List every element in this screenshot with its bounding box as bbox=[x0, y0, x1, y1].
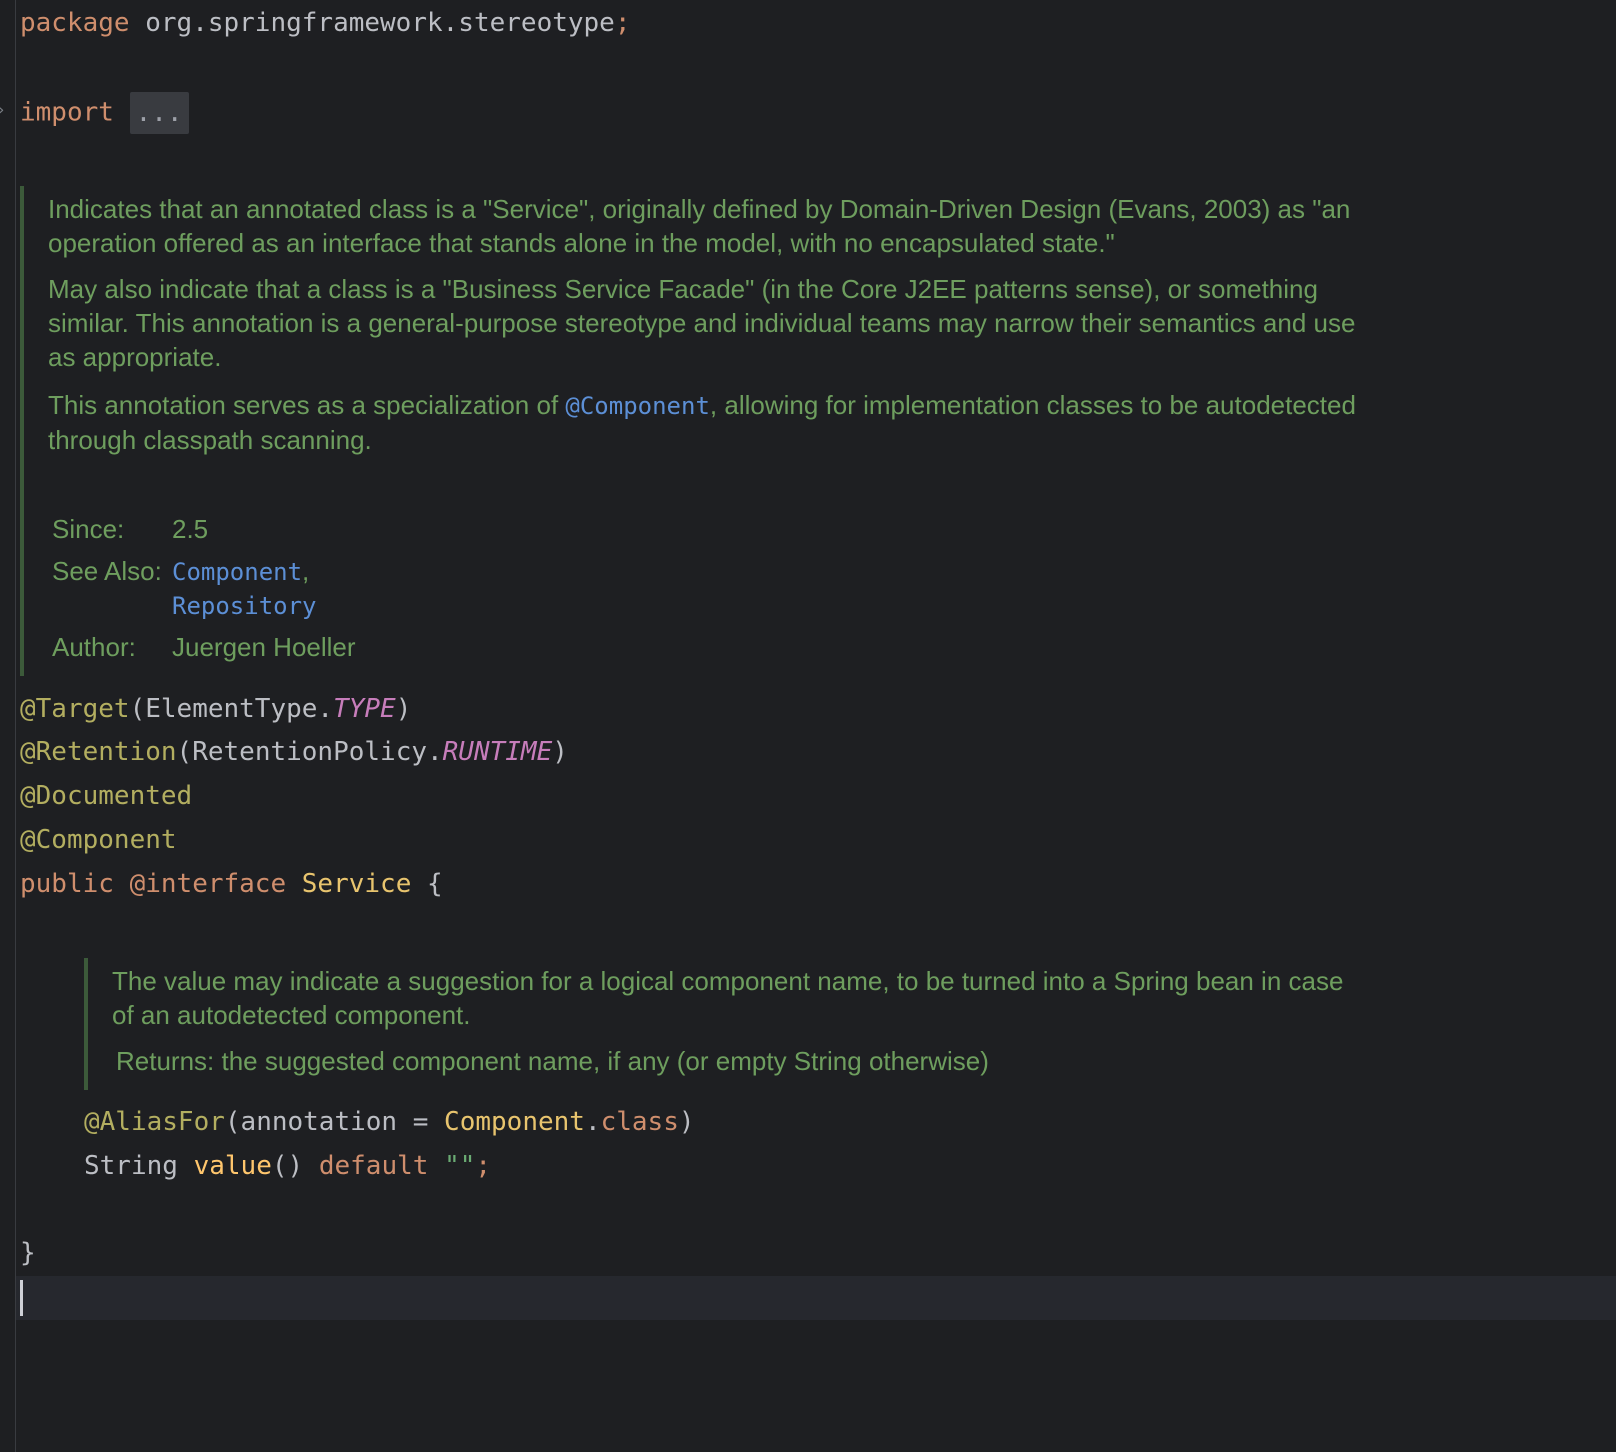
doc-paragraph-1: Indicates that an annotated class is a "… bbox=[48, 194, 1351, 258]
type-constant: TYPE bbox=[333, 694, 396, 724]
empty-string-literal: "" bbox=[444, 1151, 476, 1181]
package-line[interactable]: package org.springframework.stereotype; bbox=[20, 6, 631, 40]
author-label: Author: bbox=[52, 632, 136, 662]
documented-annotation: @Documented bbox=[20, 781, 193, 811]
retention-annotation: @Retention bbox=[20, 737, 177, 767]
method-javadoc: The value may indicate a suggestion for … bbox=[84, 958, 1364, 1090]
target-args: (ElementType. bbox=[129, 694, 334, 724]
close-paren: ) bbox=[678, 1107, 695, 1137]
semicolon: ; bbox=[475, 1151, 492, 1181]
doc-paragraph-2: May also indicate that a class is a "Bus… bbox=[48, 274, 1356, 372]
component-doc-link[interactable]: @Component bbox=[565, 392, 710, 420]
fold-chevron-icon[interactable]: › bbox=[0, 100, 4, 120]
method-doc-returns: Returns: the suggested component name, i… bbox=[116, 1046, 989, 1076]
value-method-name: value bbox=[193, 1151, 272, 1181]
string-type: String bbox=[84, 1151, 178, 1181]
component-class-ref: Component bbox=[444, 1107, 585, 1137]
close-paren: ) bbox=[395, 694, 412, 724]
since-value: 2.5 bbox=[172, 514, 209, 544]
component-annotation-line[interactable]: @Component bbox=[20, 823, 177, 857]
package-name: org.springframework.stereotype bbox=[129, 8, 615, 38]
interface-name: Service bbox=[301, 869, 412, 899]
component-annotation: @Component bbox=[20, 825, 177, 855]
interface-declaration-line[interactable]: public @interface Service { bbox=[20, 867, 443, 901]
see-also-value-2: Repository bbox=[172, 588, 317, 623]
documented-annotation-line[interactable]: @Documented bbox=[20, 779, 192, 813]
gutter-divider bbox=[15, 0, 16, 1452]
class-keyword: class bbox=[600, 1107, 679, 1137]
doc-paragraph-3: This annotation serves as a specializati… bbox=[48, 388, 1364, 457]
class-javadoc: Indicates that an annotated class is a "… bbox=[20, 186, 1364, 676]
author-value: Juergen Hoeller bbox=[172, 632, 356, 662]
retention-args: (RetentionPolicy. bbox=[176, 737, 443, 767]
doc-paragraph-3-text: This annotation serves as a specializati… bbox=[48, 390, 566, 420]
import-keyword: import bbox=[20, 97, 114, 128]
semicolon: ; bbox=[614, 8, 631, 38]
interface-keyword: @interface bbox=[129, 869, 287, 899]
public-keyword: public bbox=[20, 869, 114, 899]
closing-brace-line[interactable]: } bbox=[20, 1236, 36, 1270]
default-keyword: default bbox=[318, 1151, 429, 1181]
runtime-constant: RUNTIME bbox=[442, 737, 553, 767]
aliasfor-annotation: @AliasFor bbox=[84, 1107, 225, 1137]
target-annotation-line[interactable]: @Target(ElementType.TYPE) bbox=[20, 692, 411, 726]
see-also-repository-link[interactable]: Repository bbox=[172, 592, 317, 620]
doc-tags: Since: 2.5 See Also: Component, Reposito… bbox=[52, 512, 652, 672]
import-line[interactable]: import ... bbox=[20, 92, 189, 134]
method-doc-paragraph: The value may indicate a suggestion for … bbox=[112, 966, 1344, 1030]
retention-annotation-line[interactable]: @Retention(RetentionPolicy.RUNTIME) bbox=[20, 735, 568, 769]
since-label: Since: bbox=[52, 514, 125, 544]
aliasfor-annotation-line[interactable]: @AliasFor(annotation = Component.class) bbox=[84, 1105, 695, 1139]
code-editor[interactable]: › package org.springframework.stereotype… bbox=[0, 0, 1616, 1452]
see-also-label: See Also: bbox=[52, 556, 162, 586]
see-also-component-link[interactable]: Component bbox=[172, 558, 302, 586]
aliasfor-args: (annotation = bbox=[224, 1107, 445, 1137]
import-fold-placeholder[interactable]: ... bbox=[129, 92, 189, 134]
current-line-highlight[interactable] bbox=[16, 1276, 1616, 1320]
see-also-comma: , bbox=[302, 556, 310, 586]
open-brace: { bbox=[427, 869, 443, 899]
target-annotation: @Target bbox=[20, 694, 130, 724]
text-caret bbox=[20, 1280, 23, 1316]
close-paren: ) bbox=[552, 737, 568, 767]
parens: () bbox=[271, 1151, 304, 1181]
value-method-line[interactable]: String value() default ""; bbox=[84, 1149, 491, 1183]
close-brace: } bbox=[20, 1238, 36, 1268]
see-also-value-1: Component, bbox=[172, 554, 309, 589]
package-keyword: package bbox=[20, 8, 130, 38]
dot: . bbox=[584, 1107, 601, 1137]
